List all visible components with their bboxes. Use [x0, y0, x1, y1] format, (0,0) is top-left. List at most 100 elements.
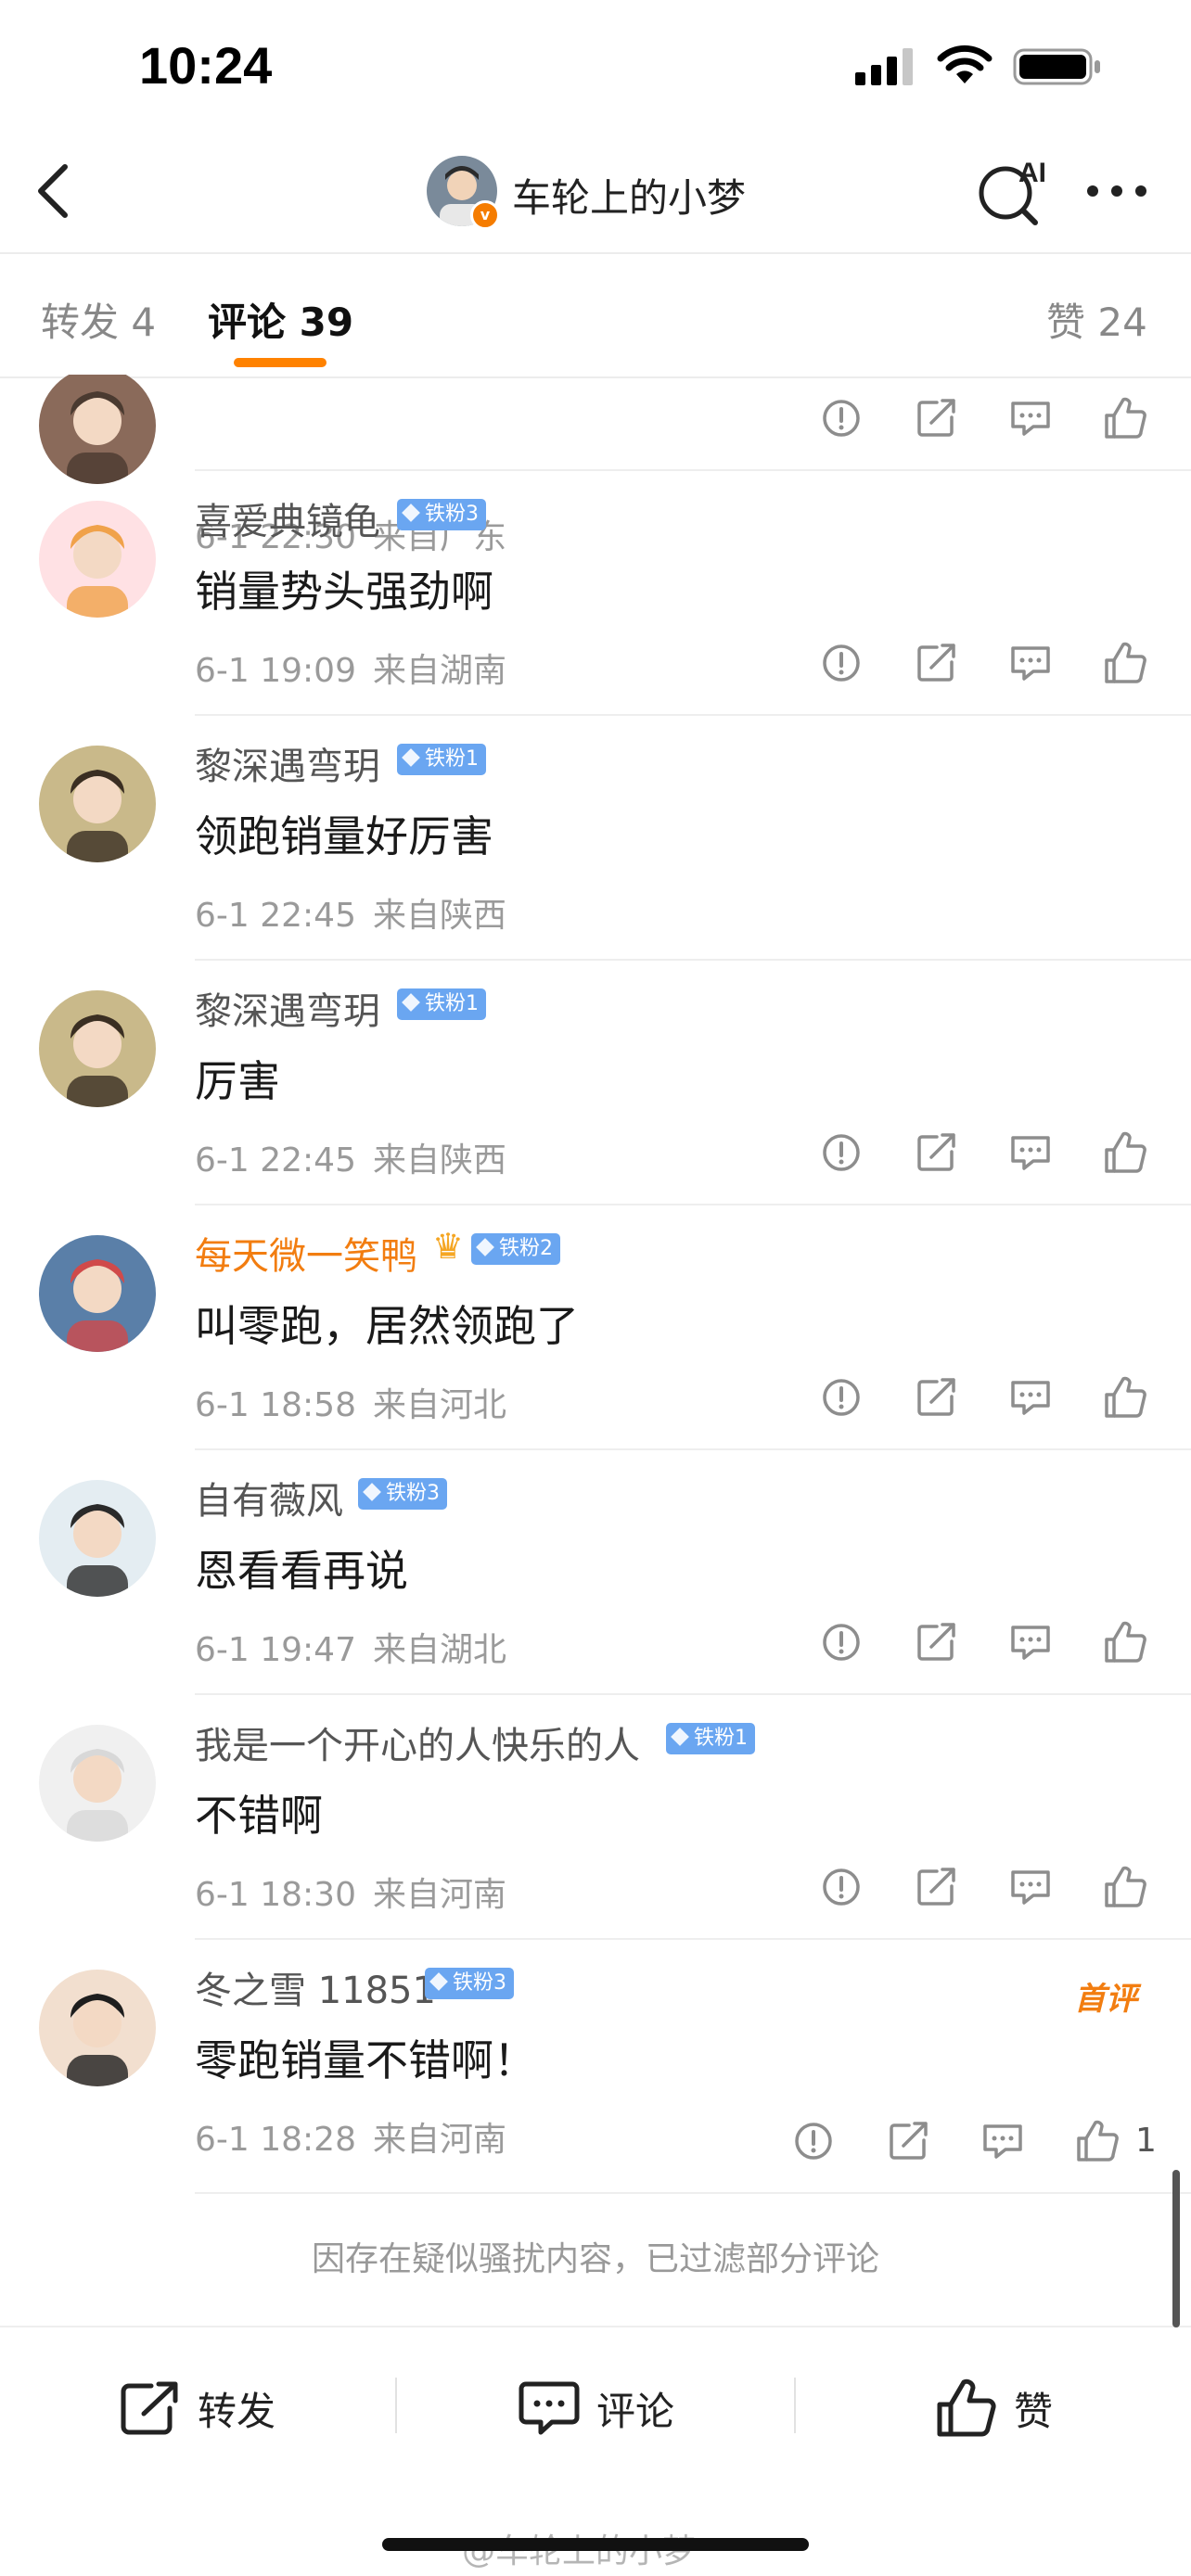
- comment-report-button[interactable]: [818, 1129, 864, 1176]
- ai-label: AI: [1018, 158, 1046, 188]
- comment-like-button[interactable]: [1102, 1619, 1148, 1665]
- commenter-avatar[interactable]: [39, 375, 156, 484]
- comment-text: 领跑销量好厉害: [195, 811, 493, 861]
- comment-share-button[interactable]: [913, 640, 959, 686]
- comment-text: 厉害: [195, 1056, 280, 1106]
- commenter-avatar[interactable]: [39, 501, 156, 618]
- comment-reply-button[interactable]: [1007, 395, 1054, 441]
- comment-meta: 6-1 18:28 来自河南: [195, 2112, 506, 2161]
- comment-share-button[interactable]: [913, 1619, 959, 1665]
- comment-report-button[interactable]: [790, 2118, 837, 2164]
- comment-reply-button[interactable]: [1007, 1619, 1054, 1665]
- comment-reply-button[interactable]: [1007, 1864, 1054, 1910]
- comment-like-button[interactable]: [1102, 1864, 1148, 1910]
- comment-like-button[interactable]: [1102, 1129, 1148, 1176]
- comment-list: 6-1 22:30 来自广东 喜爱典镜龟 铁粉3 销量势头强劲啊 6-1 19:09 来自湖…: [0, 375, 1191, 2194]
- status-time: 10:24: [139, 36, 273, 95]
- commenter-name[interactable]: 自有薇风: [195, 1471, 343, 1524]
- fan-level-badge: 铁粉1: [666, 1723, 755, 1754]
- comment-item[interactable]: 黎深遇弯玥 铁粉1 厉害 6-1 22:45 来自陕西: [0, 961, 1191, 1205]
- tab-repost[interactable]: 转发 4: [41, 291, 156, 348]
- diamond-icon: [402, 504, 420, 522]
- repost-button[interactable]: 转发: [0, 2329, 395, 2487]
- fan-level-label: 铁粉1: [694, 1727, 748, 1750]
- like-button[interactable]: 赞: [798, 2329, 1191, 2487]
- comment-share-button[interactable]: [913, 1129, 959, 1176]
- comment-time: 6-1 18:30: [195, 1876, 356, 1914]
- cellular-signal-icon: [855, 48, 913, 85]
- comment-time: 6-1 19:47: [195, 1631, 356, 1669]
- comment-like-button[interactable]: [1074, 2118, 1121, 2164]
- comment-like-button[interactable]: [1102, 640, 1148, 686]
- verified-badge-icon: v: [470, 200, 500, 230]
- comment-location: 来自湖北: [373, 1631, 507, 1669]
- fan-level-label: 铁粉3: [425, 503, 479, 526]
- comment-share-button[interactable]: [913, 395, 959, 441]
- like-count: 1: [1135, 2122, 1157, 2160]
- comment-button[interactable]: 评论: [397, 2329, 796, 2487]
- comment-report-button[interactable]: [818, 640, 864, 686]
- commenter-name[interactable]: 黎深遇弯玥: [195, 736, 380, 790]
- commenter-name[interactable]: 喜爱典镜龟: [195, 491, 380, 545]
- like-label: 赞: [1013, 2388, 1053, 2434]
- comment-location: 来自河南: [373, 1876, 507, 1914]
- fan-level-label: 铁粉1: [425, 992, 479, 1015]
- comment-report-button[interactable]: [818, 395, 864, 441]
- crown-icon: ♛: [432, 1226, 465, 1267]
- commenter-name[interactable]: 每天微一笑鸭: [195, 1226, 417, 1280]
- comment-report-button[interactable]: [818, 1619, 864, 1665]
- comment-report-button[interactable]: [818, 1374, 864, 1421]
- toolbar-divider: [794, 2378, 796, 2433]
- commenter-name[interactable]: 我是一个开心的人快乐的人: [195, 1715, 640, 1769]
- comment-icon: [519, 2381, 580, 2435]
- tab-bar: 转发 4 评论 39 赞 24: [0, 252, 1191, 378]
- commenter-avatar[interactable]: [39, 990, 156, 1107]
- diamond-icon: [671, 1728, 689, 1746]
- home-indicator[interactable]: [382, 2538, 809, 2551]
- comment-like-button[interactable]: [1102, 1374, 1148, 1421]
- comment-location: 来自陕西: [373, 1141, 507, 1180]
- commenter-avatar[interactable]: [39, 1725, 156, 1842]
- comment-location: 来自湖南: [373, 652, 507, 690]
- comment-share-button[interactable]: [885, 2118, 931, 2164]
- bottom-action-bar: 转发 评论 赞: [0, 2329, 1191, 2487]
- commenter-avatar[interactable]: [39, 746, 156, 862]
- ai-search-button[interactable]: AI: [976, 152, 1050, 226]
- commenter-avatar[interactable]: [39, 1235, 156, 1352]
- fan-level-badge: 铁粉3: [397, 499, 486, 530]
- more-options-button[interactable]: [1083, 172, 1150, 210]
- comment-text: 不错啊: [195, 1791, 323, 1841]
- comment-report-button[interactable]: [818, 1864, 864, 1910]
- fan-level-badge: 铁粉3: [358, 1478, 447, 1510]
- comment-item[interactable]: 自有薇风 铁粉3 恩看看再说 6-1 19:47 来自湖北: [0, 1450, 1191, 1695]
- comment-meta: 6-1 18:58 来自河北: [195, 1378, 506, 1426]
- commenter-avatar[interactable]: [39, 1480, 156, 1597]
- tab-likes[interactable]: 赞 24: [1046, 291, 1147, 348]
- commenter-name[interactable]: 黎深遇弯玥: [195, 981, 380, 1035]
- scrollbar[interactable]: [1172, 2170, 1180, 2327]
- commenter-name[interactable]: 冬之雪 11851: [195, 1960, 436, 2014]
- comment-meta: 6-1 19:09 来自湖南: [195, 644, 506, 692]
- comment-item[interactable]: 6-1 22:30 来自广东: [0, 375, 1191, 556]
- comment-meta: 6-1 18:30 来自河南: [195, 1868, 506, 1916]
- comment-like-button[interactable]: [1102, 395, 1148, 441]
- comment-reply-button[interactable]: [980, 2118, 1026, 2164]
- tab-comments[interactable]: 评论 39: [208, 291, 353, 348]
- author-name[interactable]: 车轮上的小梦: [512, 167, 746, 223]
- comment-share-button[interactable]: [913, 1374, 959, 1421]
- comment-text: 恩看看再说: [195, 1546, 408, 1596]
- comment-reply-button[interactable]: [1007, 1129, 1054, 1176]
- comment-item[interactable]: 每天微一笑鸭 ♛ 铁粉2 叫零跑，居然领跑了 6-1 18:58 来自河北: [0, 1205, 1191, 1450]
- comment-item[interactable]: 冬之雪 11851 铁粉3 首评 零跑销量不错啊！ 6-1 18:28 来自河南 1: [0, 1940, 1191, 2194]
- comment-item[interactable]: 我是一个开心的人快乐的人 铁粉1 不错啊 6-1 18:30 来自河南: [0, 1695, 1191, 1940]
- battery-icon: [1013, 48, 1100, 85]
- commenter-avatar[interactable]: [39, 1970, 156, 2086]
- comment-share-button[interactable]: [913, 1864, 959, 1910]
- comment-reply-button[interactable]: [1007, 1374, 1054, 1421]
- comment-reply-button[interactable]: [1007, 640, 1054, 686]
- fan-level-badge: 铁粉1: [397, 744, 486, 775]
- back-button[interactable]: [24, 158, 83, 224]
- comment-item[interactable]: 黎深遇弯玥 铁粉1 领跑销量好厉害 6-1 22:45 来自陕西: [0, 716, 1191, 961]
- fan-level-label: 铁粉3: [453, 1971, 506, 1995]
- comment-item[interactable]: 喜爱典镜龟 铁粉3 销量势头强劲啊 6-1 19:09 来自湖南: [0, 471, 1191, 716]
